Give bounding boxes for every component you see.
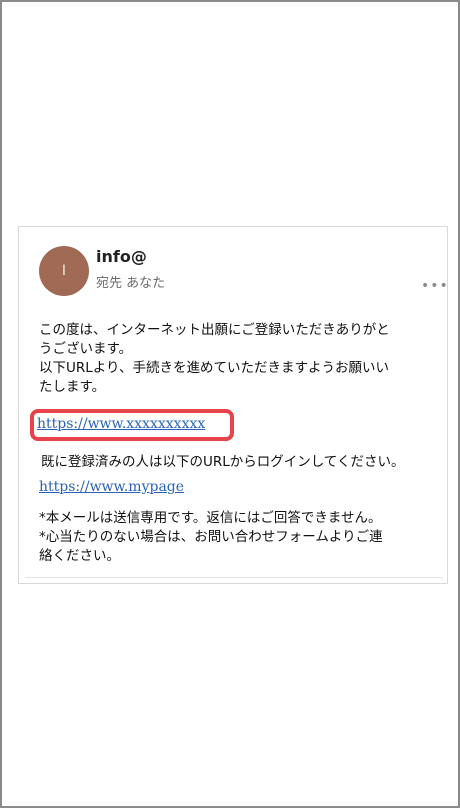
divider bbox=[25, 577, 443, 578]
body-line: うございます。 bbox=[39, 341, 133, 357]
more-horizontal-icon[interactable]: ••• bbox=[421, 278, 449, 294]
login-instruction: 既に登録済みの人は以下のURLからログインしてください。 bbox=[41, 454, 405, 470]
body-line: たします。 bbox=[39, 379, 106, 395]
note-line: *本メールは送信専用です。返信にはご回答できません。 bbox=[39, 510, 382, 526]
avatar-letter: I bbox=[61, 263, 67, 279]
primary-url-link[interactable]: https://www.xxxxxxxxxx bbox=[37, 416, 205, 432]
note-line: *心当たりのない場合は、お問い合わせフォームよりご連 bbox=[39, 529, 383, 545]
email-notes: *本メールは送信専用です。返信にはご回答できません。 *心当たりのない場合は、お… bbox=[39, 509, 444, 566]
sender-avatar: I bbox=[39, 246, 89, 296]
email-card: I info@ 宛先 あなた ••• この度は、インターネット出願にご登録いただ… bbox=[18, 226, 448, 584]
body-line: 以下URLより、手続きを進めていただきますようお願いい bbox=[39, 360, 389, 376]
note-line: 絡ください。 bbox=[39, 548, 120, 564]
email-body: この度は、インターネット出願にご登録いただきありがと うございます。 以下URL… bbox=[39, 321, 439, 397]
sender-name: info@ bbox=[96, 247, 147, 266]
phone-frame: I info@ 宛先 あなた ••• この度は、インターネット出願にご登録いただ… bbox=[0, 0, 460, 808]
recipient-line: 宛先 あなた bbox=[96, 276, 166, 291]
mypage-url-link[interactable]: https://www.mypage bbox=[39, 479, 184, 495]
body-line: この度は、インターネット出願にご登録いただきありがと bbox=[39, 322, 390, 338]
